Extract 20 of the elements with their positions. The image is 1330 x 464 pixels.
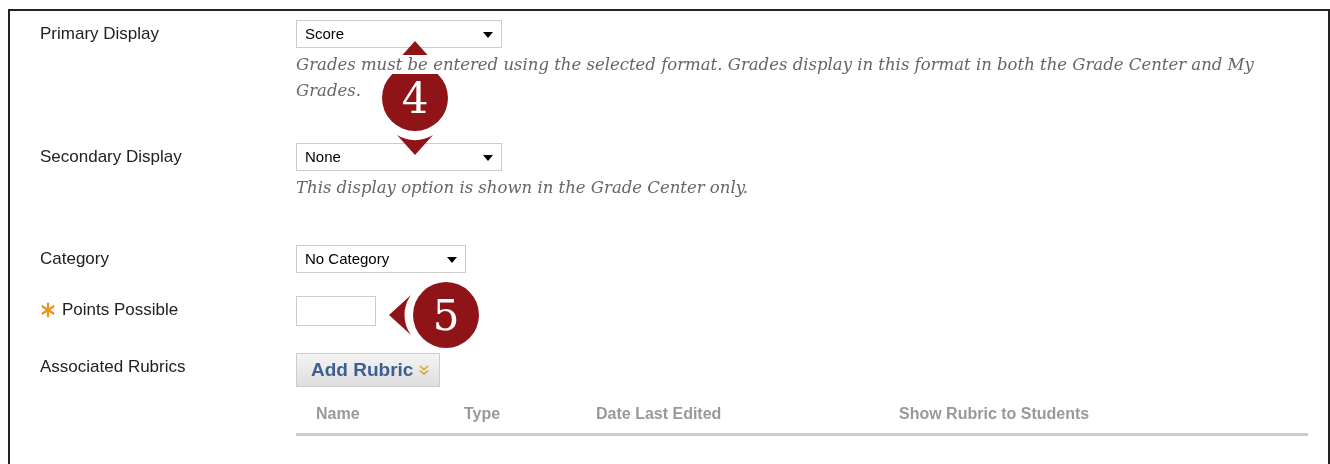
column-header: Type bbox=[464, 405, 501, 423]
add-rubric-button[interactable]: Add Rubric bbox=[296, 353, 441, 387]
caret-icon bbox=[447, 257, 457, 263]
column-header: Show Rubric to Students bbox=[899, 405, 1090, 423]
field-label: Primary Display bbox=[40, 24, 160, 44]
column-header: Date Last Edited bbox=[596, 405, 722, 423]
field-label: Points Possible bbox=[62, 300, 179, 320]
required-asterisk-icon bbox=[40, 302, 56, 318]
dropdown[interactable]: Score bbox=[296, 20, 502, 48]
caret-icon bbox=[483, 155, 493, 161]
hint-text: This display option is shown in the Grade Center only. bbox=[296, 178, 749, 197]
dropdown[interactable]: No Category bbox=[296, 245, 466, 273]
caret-icon bbox=[483, 32, 493, 38]
field-label: Associated Rubrics bbox=[40, 357, 186, 377]
double-chevron-icon bbox=[419, 365, 430, 375]
points-input-field[interactable] bbox=[296, 296, 376, 326]
dropdown[interactable]: None bbox=[296, 143, 502, 171]
field-label: Category bbox=[40, 249, 109, 269]
column-header: Name bbox=[316, 405, 360, 423]
field-label: Secondary Display bbox=[40, 147, 182, 167]
